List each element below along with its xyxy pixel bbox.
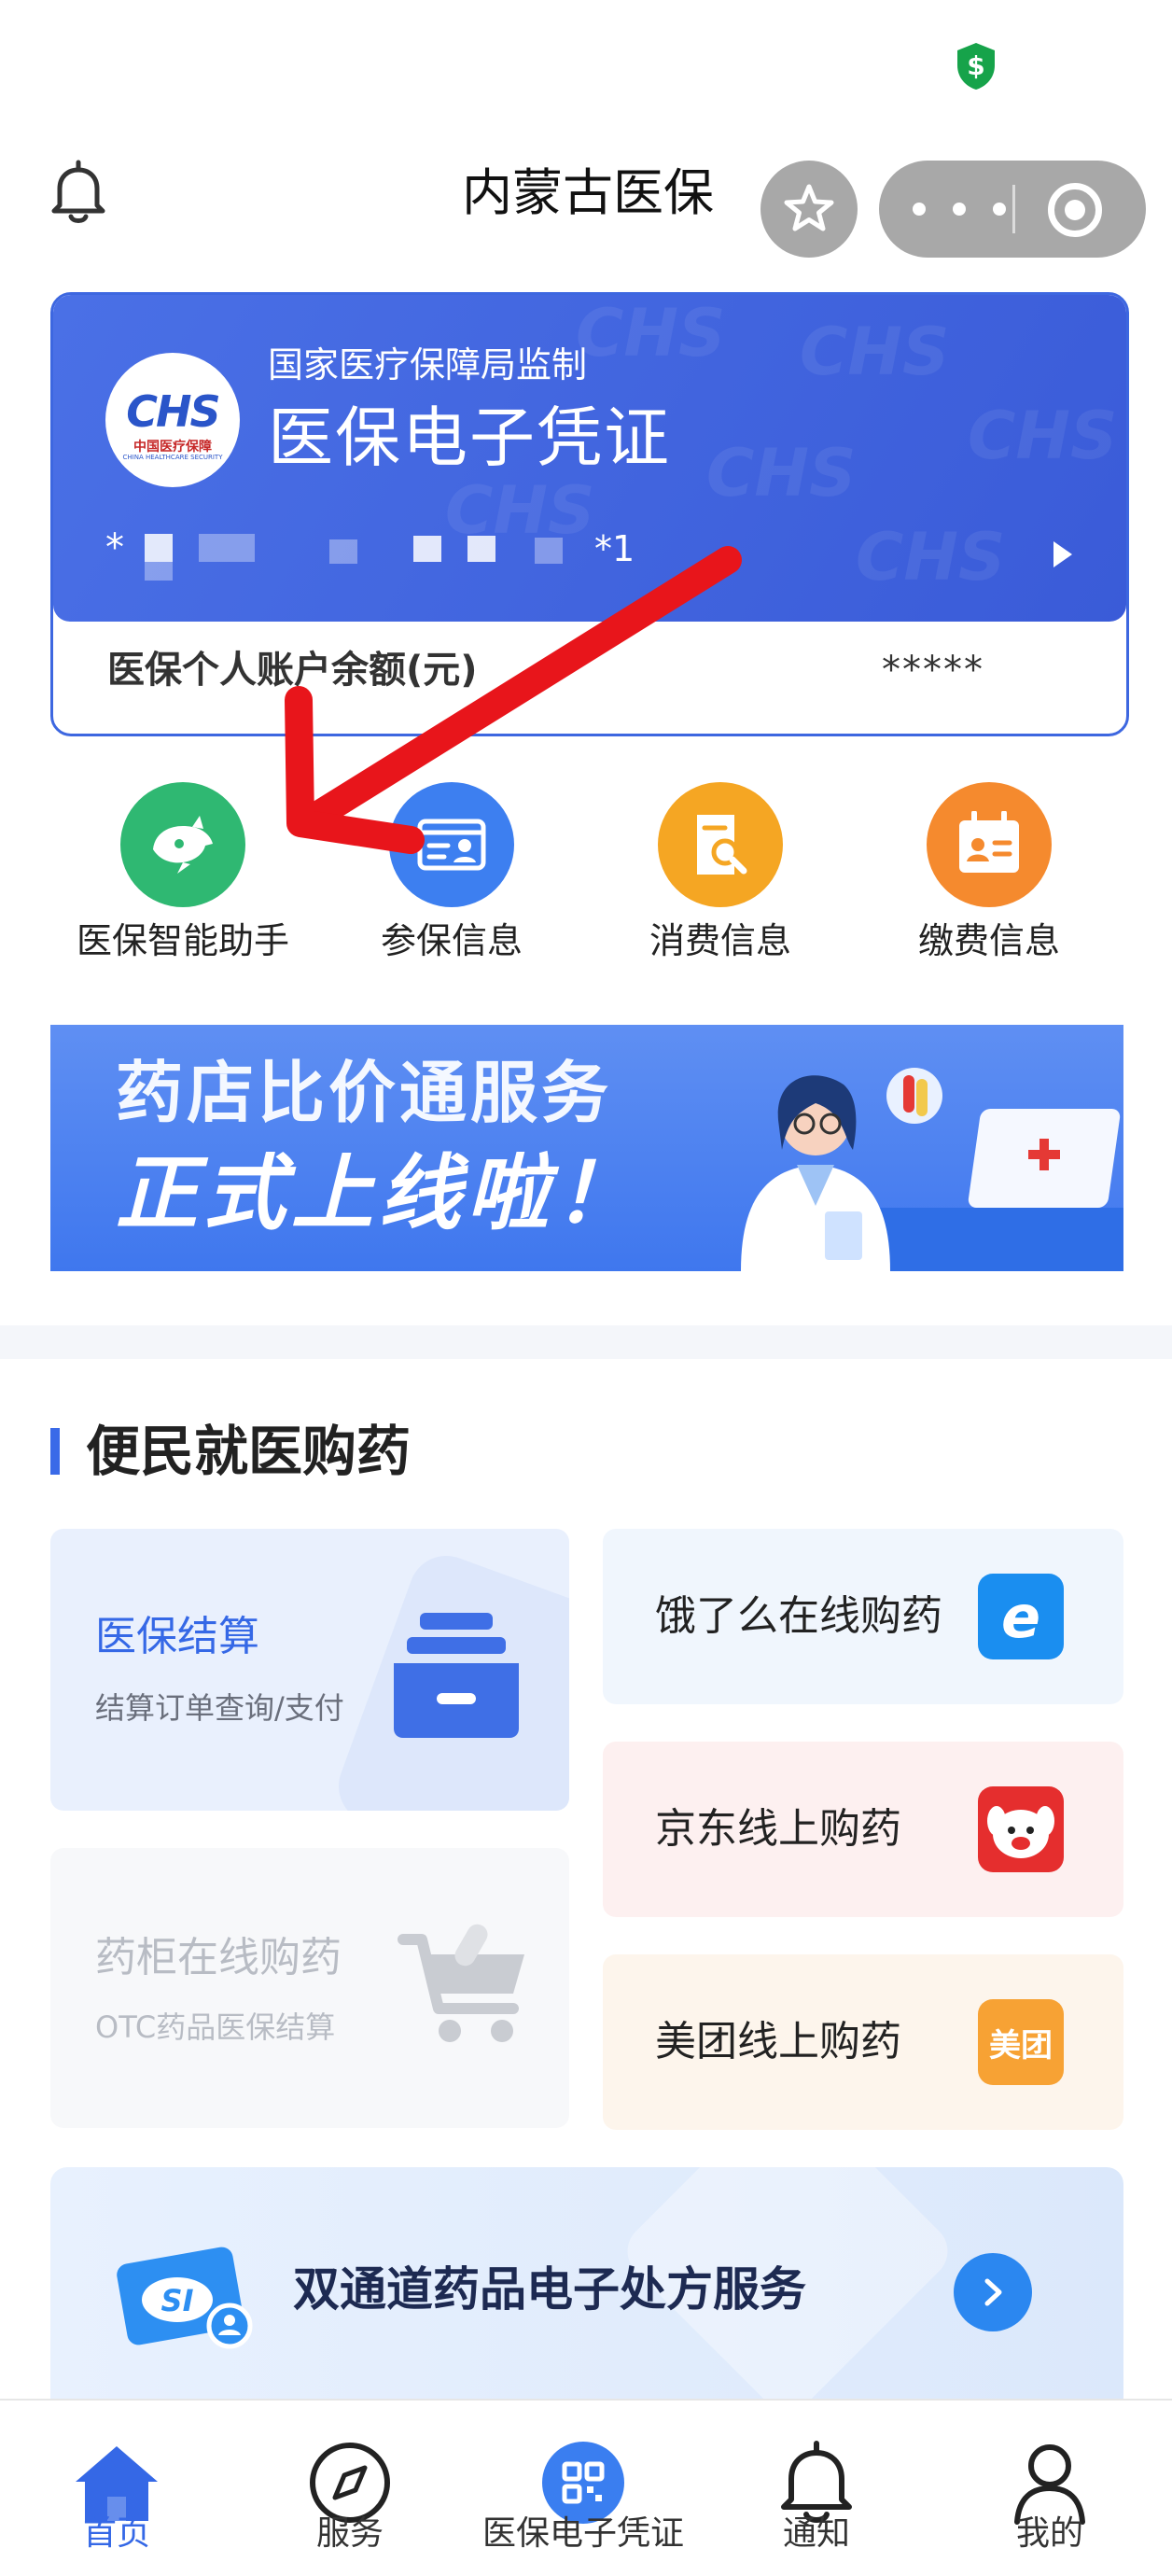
notification-bell-icon[interactable] [49, 159, 108, 226]
cabinet-name: 药柜在线购药 [95, 1934, 342, 1981]
tab-services[interactable]: 服务 [233, 2401, 467, 2576]
jd-dog-logo-icon [978, 1786, 1064, 1872]
service-meituan-purchase[interactable]: 美团线上购药 美团 [603, 1954, 1123, 2130]
section-title: 便民就医购药 [86, 1420, 412, 1483]
dolphin-icon [120, 782, 245, 907]
medical-cross-bar [1028, 1150, 1060, 1159]
banner-line1: 药店比价通服务 [116, 1054, 613, 1132]
go-arrow-button[interactable] [954, 2253, 1032, 2331]
card-supervision-text: 国家医疗保障局监制 [268, 344, 588, 385]
meituan-name: 美团线上购药 [655, 2018, 901, 2065]
section-separator [0, 1325, 1172, 1359]
settlement-desc: 结算订单查询/支付 [95, 1690, 344, 1726]
chevron-right-icon [984, 2278, 1002, 2306]
jd-name: 京东线上购药 [655, 1805, 901, 1853]
eleme-name: 饿了么在线购药 [655, 1592, 942, 1640]
quick-action-ai-assistant[interactable]: 医保智能助手 [62, 782, 304, 969]
tab-profile[interactable]: 我的 [933, 2401, 1166, 2576]
si-card-icon: SI [117, 2247, 253, 2349]
calendar-id-icon [927, 782, 1052, 907]
tab-notifications[interactable]: 通知 [700, 2401, 933, 2576]
cabinet-desc: OTC药品医保结算 [95, 2009, 336, 2045]
favorite-button[interactable] [760, 161, 858, 258]
annotation-red-arrow [271, 532, 756, 868]
svg-text:$: $ [967, 50, 984, 81]
chs-logo: CHS 中国医疗保障 CHINA HEALTHCARE SECURITY [105, 353, 240, 487]
balance-value[interactable]: ***** [882, 644, 984, 696]
service-jd-purchase[interactable]: 京东线上购药 [603, 1742, 1123, 1917]
play-arrow-icon[interactable] [1053, 541, 1072, 567]
capsule-divider [1012, 185, 1015, 233]
star-icon [784, 184, 834, 231]
miniprogram-capsule [879, 161, 1146, 258]
shopping-cart-icon [398, 1924, 524, 2042]
section-accent-bar [50, 1428, 60, 1475]
tab-home[interactable]: 首页 [0, 2401, 233, 2576]
doctor-illustration [741, 1068, 942, 1271]
prescription-title: 双通道药品电子处方服务 [293, 2262, 806, 2317]
svg-text:SI: SI [161, 2283, 194, 2318]
card-title: 医保电子凭证 [268, 399, 671, 476]
service-eleme-purchase[interactable]: 饿了么在线购药 e [603, 1529, 1123, 1704]
security-shield-icon: $ [954, 41, 998, 91]
meituan-logo-icon: 美团 [978, 1999, 1064, 2085]
quick-action-payment-info[interactable]: 缴费信息 [868, 782, 1110, 969]
close-miniprogram-button[interactable] [1048, 183, 1102, 237]
banner-line2: 正式上线啦！ [116, 1145, 643, 1241]
eleme-logo-icon: e [978, 1574, 1064, 1659]
tab-medical-e-credential[interactable]: 医保电子凭证 [467, 2401, 700, 2576]
dual-channel-prescription-banner[interactable]: SI 双通道药品电子处方服务 [50, 2167, 1123, 2401]
pharmacy-price-compare-banner[interactable]: 药店比价通服务 正式上线啦！ [50, 1025, 1123, 1271]
archive-box-icon [394, 1613, 519, 1738]
more-options-button[interactable] [913, 189, 1006, 230]
service-medical-settlement[interactable]: 医保结算 结算订单查询/支付 [50, 1529, 569, 1811]
bottom-tab-bar: 首页 服务 医保电子凭证 通知 我的 [0, 2399, 1172, 2576]
service-cabinet-purchase[interactable]: 药柜在线购药 OTC药品医保结算 [50, 1848, 569, 2128]
settlement-name: 医保结算 [95, 1613, 259, 1660]
page-title: 内蒙古医保 [462, 163, 714, 222]
